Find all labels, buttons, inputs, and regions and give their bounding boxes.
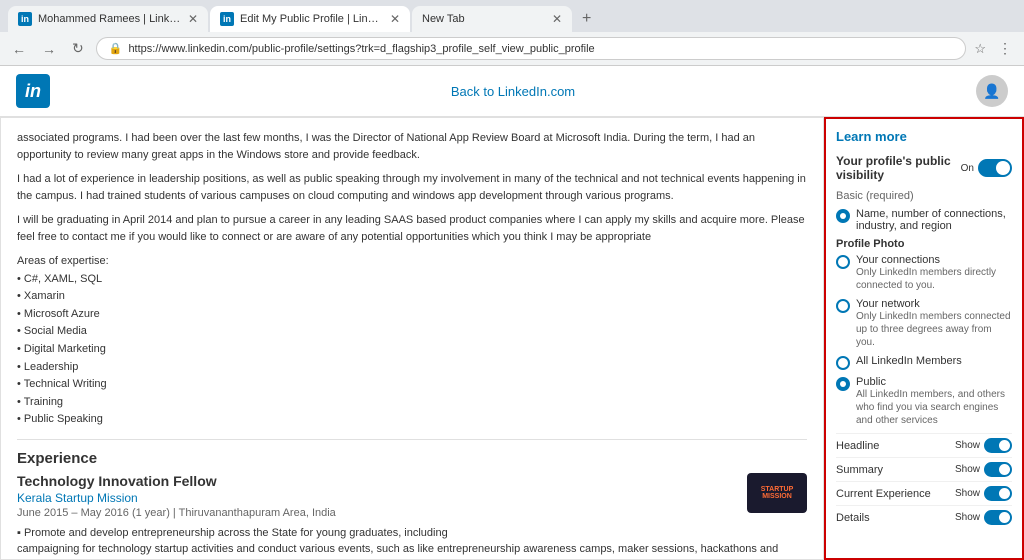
tab-bar: in Mohammed Ramees | LinkedIn ✕ in Edit … — [0, 0, 1024, 32]
back-to-linkedin-link[interactable]: Back to LinkedIn.com — [451, 84, 575, 99]
summary-toggle[interactable] — [984, 462, 1012, 477]
summary-text-2: I had a lot of experience in leadership … — [17, 171, 807, 204]
summary-row: Summary Show — [836, 457, 1012, 481]
job-meta: June 2015 – May 2016 (1 year) | Thiruvan… — [17, 507, 737, 519]
name-connections-radio[interactable]: Name, number of connections, industry, a… — [836, 208, 1012, 232]
headline-show-container: Show — [955, 438, 1012, 453]
all-linkedin-radio-circle — [836, 356, 850, 370]
expertise-item-8: • Training — [17, 396, 63, 408]
your-network-text: Your network — [856, 298, 1012, 310]
company-name[interactable]: Kerala Startup Mission — [17, 491, 737, 505]
tab-1-favicon: in — [18, 12, 32, 26]
visibility-row: Your profile's public visibility On — [836, 154, 1012, 182]
current-experience-row: Current Experience Show — [836, 481, 1012, 505]
details-show-label: Show — [955, 512, 980, 523]
forward-button[interactable]: → — [38, 39, 60, 59]
expertise-item-5: • Digital Marketing — [17, 343, 106, 355]
summary-show-container: Show — [955, 462, 1012, 477]
tab-3-close[interactable]: ✕ — [552, 12, 562, 26]
your-connections-radio[interactable]: Your connections Only LinkedIn members d… — [836, 254, 1012, 292]
expertise-item-2: • Xamarin — [17, 290, 65, 302]
visibility-label: Your profile's public visibility — [836, 154, 961, 182]
expertise-item-4: • Social Media — [17, 325, 87, 337]
main-content: associated programs. I had been over the… — [0, 117, 1024, 560]
url-text: https://www.linkedin.com/public-profile/… — [128, 43, 953, 55]
public-subtext: All LinkedIn members, and others who fin… — [856, 388, 1012, 427]
tab-1-close[interactable]: ✕ — [188, 12, 198, 26]
profile-panel: associated programs. I had been over the… — [0, 117, 824, 560]
tab-1[interactable]: in Mohammed Ramees | LinkedIn ✕ — [8, 6, 208, 32]
summary-text-1: associated programs. I had been over the… — [17, 130, 807, 163]
address-bar: ← → ↻ 🔒 https://www.linkedin.com/public-… — [0, 32, 1024, 65]
lock-icon: 🔒 — [109, 42, 123, 55]
basic-required-label: Basic (required) — [836, 190, 1012, 202]
expertise-header: Areas of expertise: — [17, 255, 109, 267]
current-experience-toggle[interactable] — [984, 486, 1012, 501]
tab-2-close[interactable]: ✕ — [390, 12, 400, 26]
expertise-item-9: • Public Speaking — [17, 413, 103, 425]
job-entry: Technology Innovation Fellow Kerala Star… — [17, 473, 807, 560]
visibility-on-label: On — [961, 163, 974, 174]
your-network-radio-circle — [836, 299, 850, 313]
tab-2-title: Edit My Public Profile | LinkedIn — [240, 13, 384, 25]
your-connections-subtext: Only LinkedIn members directly connected… — [856, 266, 1012, 292]
profile-photo-label: Profile Photo — [836, 238, 1012, 250]
expertise-item-1: • C#, XAML, SQL — [17, 273, 102, 285]
company-logo: STARTUPMISSION — [747, 473, 807, 513]
headline-label: Headline — [836, 440, 879, 452]
current-experience-show-container: Show — [955, 486, 1012, 501]
expertise-item-7: • Technical Writing — [17, 378, 107, 390]
summary-text-3: I will be graduating in April 2014 and p… — [17, 212, 807, 245]
public-radio[interactable]: Public All LinkedIn members, and others … — [836, 376, 1012, 427]
expertise-item-6: • Leadership — [17, 361, 78, 373]
headline-toggle[interactable] — [984, 438, 1012, 453]
headline-row: Headline Show — [836, 433, 1012, 457]
your-network-subtext: Only LinkedIn members connected up to th… — [856, 310, 1012, 349]
visibility-toggle-container: On — [961, 159, 1012, 177]
linkedin-logo: in — [16, 74, 50, 108]
expertise-item-3: • Microsoft Azure — [17, 308, 100, 320]
all-linkedin-text: All LinkedIn Members — [856, 355, 962, 367]
current-experience-show-label: Show — [955, 488, 980, 499]
tab-3-title: New Tab — [422, 13, 546, 25]
settings-button[interactable]: ⋮ — [994, 38, 1016, 59]
details-show-container: Show — [955, 510, 1012, 525]
user-avatar[interactable]: 👤 — [976, 75, 1008, 107]
current-experience-label: Current Experience — [836, 488, 931, 500]
details-label: Details — [836, 512, 870, 524]
job-desc-2: campaigning for technology startup activ… — [17, 541, 807, 560]
public-radio-circle — [836, 377, 850, 391]
your-network-radio[interactable]: Your network Only LinkedIn members conne… — [836, 298, 1012, 349]
details-row: Details Show — [836, 505, 1012, 529]
public-text: Public — [856, 376, 1012, 388]
back-button[interactable]: ← — [8, 39, 30, 59]
bookmark-button[interactable]: ☆ — [974, 41, 986, 57]
details-toggle[interactable] — [984, 510, 1012, 525]
experience-section-title: Experience — [17, 439, 807, 467]
company-logo-text: STARTUPMISSION — [761, 486, 794, 500]
name-connections-radio-circle — [836, 209, 850, 223]
name-connections-text: Name, number of connections, industry, a… — [856, 208, 1012, 232]
all-linkedin-radio[interactable]: All LinkedIn Members — [836, 355, 1012, 370]
expertise-section: Areas of expertise: • C#, XAML, SQL • Xa… — [17, 253, 807, 429]
your-connections-radio-circle — [836, 255, 850, 269]
browser-chrome: in Mohammed Ramees | LinkedIn ✕ in Edit … — [0, 0, 1024, 66]
settings-title: Learn more — [836, 129, 1012, 144]
url-bar[interactable]: 🔒 https://www.linkedin.com/public-profil… — [96, 37, 967, 60]
your-connections-text: Your connections — [856, 254, 1012, 266]
summary-show-label: Show — [955, 464, 980, 475]
tab-2-favicon: in — [220, 12, 234, 26]
tab-1-title: Mohammed Ramees | LinkedIn — [38, 13, 182, 25]
reload-button[interactable]: ↻ — [68, 38, 88, 59]
linkedin-header: in Back to LinkedIn.com 👤 — [0, 66, 1024, 117]
settings-panel: Learn more Your profile's public visibil… — [824, 117, 1024, 560]
visibility-toggle[interactable] — [978, 159, 1012, 177]
tab-2[interactable]: in Edit My Public Profile | LinkedIn ✕ — [210, 6, 410, 32]
summary-label: Summary — [836, 464, 883, 476]
headline-show-label: Show — [955, 440, 980, 451]
new-tab-button[interactable]: + — [574, 6, 599, 32]
job-desc-1: ▪ Promote and develop entrepreneurship a… — [17, 525, 807, 542]
job-title: Technology Innovation Fellow — [17, 473, 737, 489]
tab-3[interactable]: New Tab ✕ — [412, 6, 572, 32]
